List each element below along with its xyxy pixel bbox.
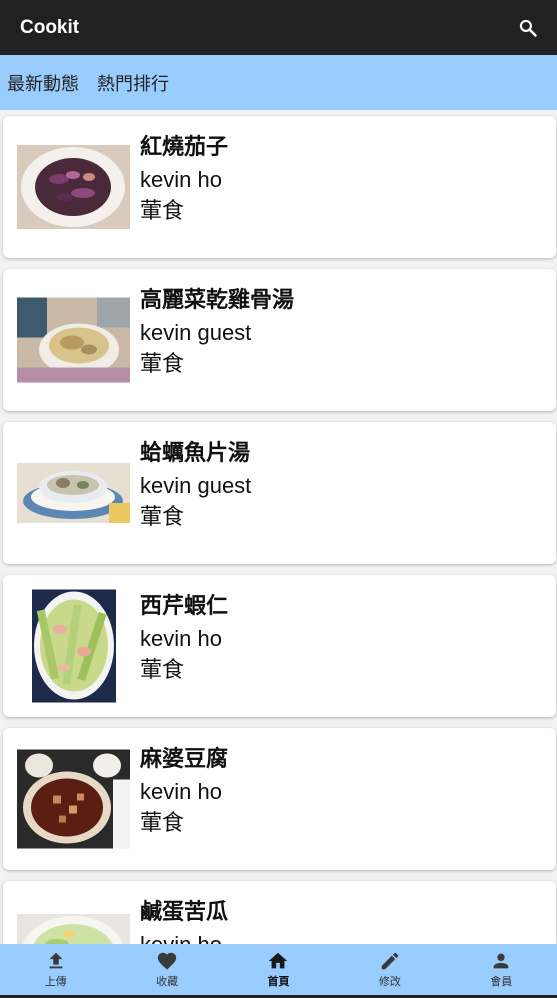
recipe-card[interactable]: 麻婆豆腐 kevin ho 葷食 <box>3 728 556 870</box>
nav-upload-label: 上傳 <box>44 975 67 988</box>
recipe-thumbnail <box>17 463 130 523</box>
search-button[interactable] <box>513 13 543 43</box>
recipe-author: kevin guest <box>140 473 252 498</box>
recipe-category: 葷食 <box>140 352 185 377</box>
recipe-author: kevin ho <box>140 167 222 192</box>
recipe-meta: 麻婆豆腐 kevin ho 葷食 <box>140 744 228 840</box>
heart-icon <box>157 952 177 970</box>
recipe-author: kevin ho <box>140 929 228 944</box>
recipe-card[interactable]: 紅燒茄子 kevin ho 葷食 <box>3 116 556 258</box>
pencil-icon <box>381 952 399 970</box>
nav-favorites-label: 收藏 <box>156 975 179 988</box>
recipe-card[interactable]: 蛤蠣魚片湯 kevin guest 葷食 <box>3 422 556 564</box>
recipe-card[interactable]: 西芹蝦仁 kevin ho 葷食 <box>3 575 556 717</box>
recipe-category: 葷食 <box>140 811 185 836</box>
search-icon <box>519 19 537 37</box>
bottom-navigation: 上傳 收藏 首頁 修改 會員 <box>0 944 557 998</box>
nav-edit-label: 修改 <box>378 975 401 988</box>
home-icon <box>269 952 288 969</box>
recipe-meta: 鹹蛋苦瓜 kevin ho 葷食 <box>140 897 228 944</box>
recipe-thumbnail <box>32 589 116 703</box>
recipe-thumbnail <box>17 145 130 229</box>
app-bar: Cookit <box>0 0 557 55</box>
recipe-name: 蛤蠣魚片湯 <box>140 441 251 466</box>
recipe-thumbnail <box>17 914 130 944</box>
recipe-category: 葷食 <box>140 658 185 683</box>
recipe-name: 高麗菜乾雞骨湯 <box>140 288 295 313</box>
recipe-author: kevin ho <box>140 779 222 804</box>
person-icon <box>493 953 509 969</box>
recipe-card[interactable]: 鹹蛋苦瓜 kevin ho 葷食 <box>3 881 556 944</box>
recipe-author: kevin guest <box>140 320 252 345</box>
recipe-meta: 蛤蠣魚片湯 kevin guest 葷食 <box>140 438 251 534</box>
recipe-author: kevin ho <box>140 626 222 651</box>
nav-home[interactable]: 首頁 <box>223 950 334 989</box>
recipe-category: 葷食 <box>140 199 185 224</box>
tab-popular[interactable]: 熱門排行 <box>97 70 169 96</box>
recipe-meta: 紅燒茄子 kevin ho 葷食 <box>140 132 228 228</box>
recipe-meta: 西芹蝦仁 kevin ho 葷食 <box>140 591 228 687</box>
upload-icon <box>49 952 63 969</box>
recipe-card[interactable]: 高麗菜乾雞骨湯 kevin guest 葷食 <box>3 269 556 411</box>
recipe-category: 葷食 <box>140 505 185 530</box>
recipe-feed[interactable]: 紅燒茄子 kevin ho 葷食 高麗菜乾雞骨湯 kevin guest 葷食 … <box>0 110 557 944</box>
recipe-name: 紅燒茄子 <box>140 135 229 160</box>
app-title: Cookit <box>20 16 80 38</box>
nav-member-label: 會員 <box>490 975 513 988</box>
recipe-thumbnail <box>17 749 130 849</box>
nav-home-label: 首頁 <box>267 975 290 988</box>
tab-bar: 最新動態 熱門排行 <box>0 55 557 110</box>
nav-member[interactable]: 會員 <box>446 950 557 989</box>
recipe-name: 西芹蝦仁 <box>140 594 229 619</box>
app-root: Cookit 最新動態 熱門排行 紅燒茄子 kevin ho 葷食 高麗菜乾雞骨… <box>0 0 557 998</box>
nav-edit[interactable]: 修改 <box>334 950 445 989</box>
recipe-name: 鹹蛋苦瓜 <box>140 900 229 925</box>
tab-latest[interactable]: 最新動態 <box>7 70 79 96</box>
recipe-name: 麻婆豆腐 <box>140 747 229 772</box>
nav-upload[interactable]: 上傳 <box>0 950 111 989</box>
nav-favorites[interactable]: 收藏 <box>112 950 223 989</box>
recipe-thumbnail <box>17 297 130 383</box>
recipe-meta: 高麗菜乾雞骨湯 kevin guest 葷食 <box>140 285 294 381</box>
